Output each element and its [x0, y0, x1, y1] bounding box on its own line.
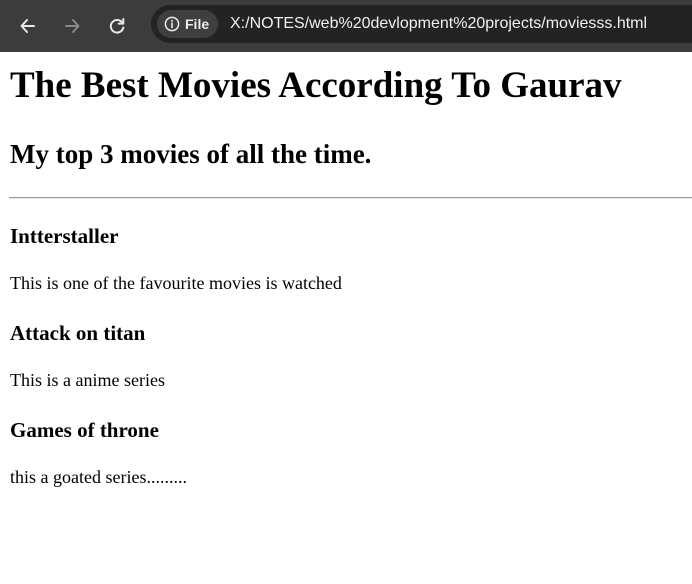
- address-bar[interactable]: File X:/NOTES/web%20devlopment%20project…: [151, 5, 692, 43]
- forward-button[interactable]: [57, 11, 87, 41]
- arrow-right-icon: [65, 19, 80, 33]
- horizontal-rule: [9, 197, 692, 199]
- arrow-left-icon: [20, 19, 35, 33]
- site-info-label: File: [185, 16, 210, 32]
- movie-title-3: Games of throne: [10, 418, 159, 442]
- page-title: The Best Movies According To Gaurav: [10, 65, 622, 106]
- movie-title-1: Intterstaller: [10, 224, 119, 248]
- info-icon: [164, 16, 180, 32]
- movie-description-3: this a goated series.........: [10, 467, 187, 487]
- page-content: The Best Movies According To Gaurav My t…: [0, 52, 692, 584]
- site-info-chip[interactable]: File: [157, 10, 219, 38]
- url-text[interactable]: X:/NOTES/web%20devlopment%20projects/mov…: [230, 15, 647, 33]
- movie-description-2: This is a anime series: [10, 370, 165, 390]
- movie-title-2: Attack on titan: [10, 321, 146, 345]
- browser-toolbar: File X:/NOTES/web%20devlopment%20project…: [0, 0, 692, 52]
- page-subtitle: My top 3 movies of all the time.: [10, 139, 372, 169]
- reload-button[interactable]: [102, 11, 132, 41]
- movie-description-1: This is one of the favourite movies is w…: [10, 273, 342, 293]
- back-button[interactable]: [13, 11, 43, 41]
- reload-icon: [109, 18, 125, 34]
